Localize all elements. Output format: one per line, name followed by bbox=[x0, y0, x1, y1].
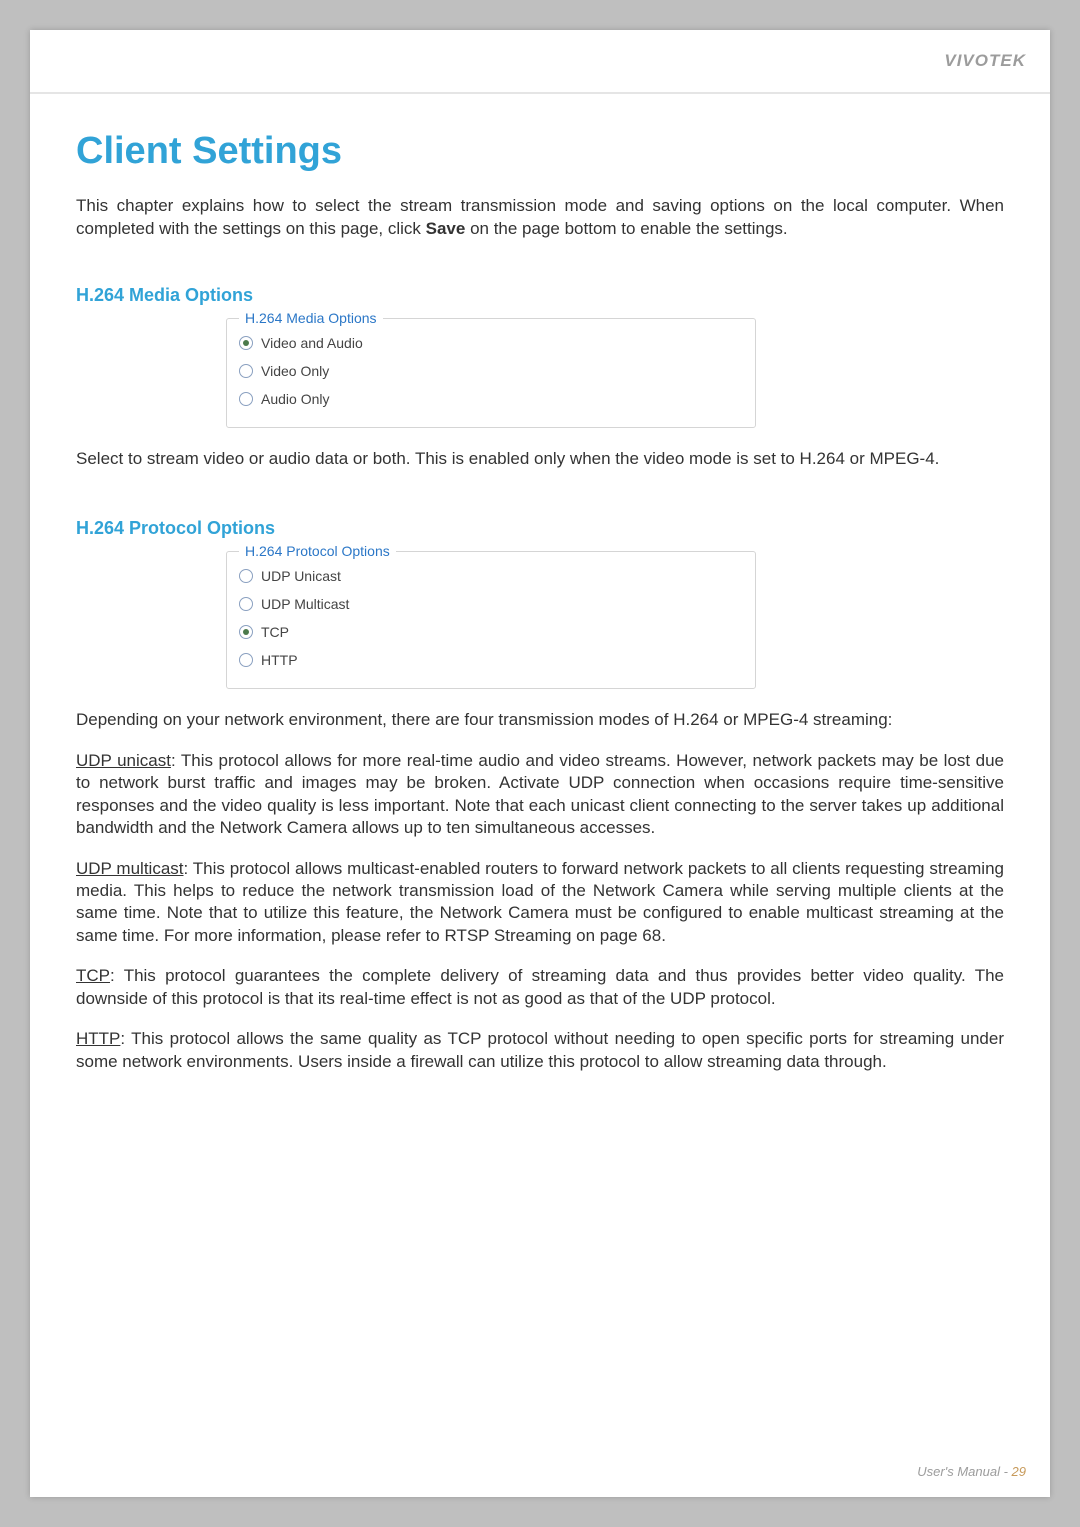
protocol-name: UDP multicast bbox=[76, 859, 184, 878]
radio-label: TCP bbox=[261, 624, 289, 640]
radio-icon bbox=[239, 569, 253, 583]
media-option-audio-only[interactable]: Audio Only bbox=[239, 385, 737, 413]
page-title: Client Settings bbox=[76, 130, 1004, 173]
protocol-name: TCP bbox=[76, 966, 110, 985]
radio-label: Video and Audio bbox=[261, 335, 363, 351]
radio-icon bbox=[239, 392, 253, 406]
protocol-tcp-desc: TCP: This protocol guarantees the comple… bbox=[76, 965, 1004, 1010]
protocol-desc: : This protocol allows multicast-enabled… bbox=[76, 859, 1004, 945]
radio-label: Video Only bbox=[261, 363, 329, 379]
radio-icon bbox=[239, 597, 253, 611]
media-option-video-only[interactable]: Video Only bbox=[239, 357, 737, 385]
protocol-option-udp-unicast[interactable]: UDP Unicast bbox=[239, 562, 737, 590]
media-note: Select to stream video or audio data or … bbox=[76, 448, 1004, 470]
protocol-section-title: H.264 Protocol Options bbox=[76, 518, 1004, 539]
protocol-desc: : This protocol allows for more real-tim… bbox=[76, 751, 1004, 837]
protocol-name: UDP unicast bbox=[76, 751, 171, 770]
radio-label: UDP Unicast bbox=[261, 568, 341, 584]
protocol-udp-unicast-desc: UDP unicast: This protocol allows for mo… bbox=[76, 750, 1004, 840]
footer-label: User's Manual - bbox=[917, 1464, 1011, 1479]
protocol-intro: Depending on your network environment, t… bbox=[76, 709, 1004, 731]
media-option-video-audio[interactable]: Video and Audio bbox=[239, 329, 737, 357]
page-body: Client Settings This chapter explains ho… bbox=[30, 94, 1050, 1073]
radio-icon bbox=[239, 653, 253, 667]
radio-icon bbox=[239, 625, 253, 639]
protocol-desc: : This protocol allows the same quality … bbox=[76, 1029, 1004, 1070]
radio-label: UDP Multicast bbox=[261, 596, 349, 612]
protocol-udp-multicast-desc: UDP multicast: This protocol allows mult… bbox=[76, 858, 1004, 948]
page-header: VIVOTEK bbox=[30, 30, 1050, 94]
protocol-legend: H.264 Protocol Options bbox=[239, 543, 396, 559]
radio-icon bbox=[239, 336, 253, 350]
radio-icon bbox=[239, 364, 253, 378]
document-page: VIVOTEK Client Settings This chapter exp… bbox=[30, 30, 1050, 1497]
footer-page-number: 29 bbox=[1012, 1464, 1026, 1479]
radio-label: HTTP bbox=[261, 652, 298, 668]
intro-paragraph: This chapter explains how to select the … bbox=[76, 195, 1004, 241]
protocol-fieldset: H.264 Protocol Options UDP Unicast UDP M… bbox=[226, 551, 756, 689]
intro-save-word: Save bbox=[426, 219, 466, 238]
protocol-option-tcp[interactable]: TCP bbox=[239, 618, 737, 646]
media-legend: H.264 Media Options bbox=[239, 310, 383, 326]
protocol-option-udp-multicast[interactable]: UDP Multicast bbox=[239, 590, 737, 618]
protocol-desc: : This protocol guarantees the complete … bbox=[76, 966, 1004, 1007]
page-footer: User's Manual - 29 bbox=[917, 1464, 1026, 1479]
media-fieldset-wrap: H.264 Media Options Video and Audio Vide… bbox=[226, 318, 1004, 428]
protocol-name: HTTP bbox=[76, 1029, 120, 1048]
intro-text-after: on the page bottom to enable the setting… bbox=[465, 219, 787, 238]
radio-label: Audio Only bbox=[261, 391, 329, 407]
protocol-option-http[interactable]: HTTP bbox=[239, 646, 737, 674]
media-section-title: H.264 Media Options bbox=[76, 285, 1004, 306]
protocol-fieldset-wrap: H.264 Protocol Options UDP Unicast UDP M… bbox=[226, 551, 1004, 689]
brand-label: VIVOTEK bbox=[944, 51, 1026, 71]
media-fieldset: H.264 Media Options Video and Audio Vide… bbox=[226, 318, 756, 428]
protocol-http-desc: HTTP: This protocol allows the same qual… bbox=[76, 1028, 1004, 1073]
